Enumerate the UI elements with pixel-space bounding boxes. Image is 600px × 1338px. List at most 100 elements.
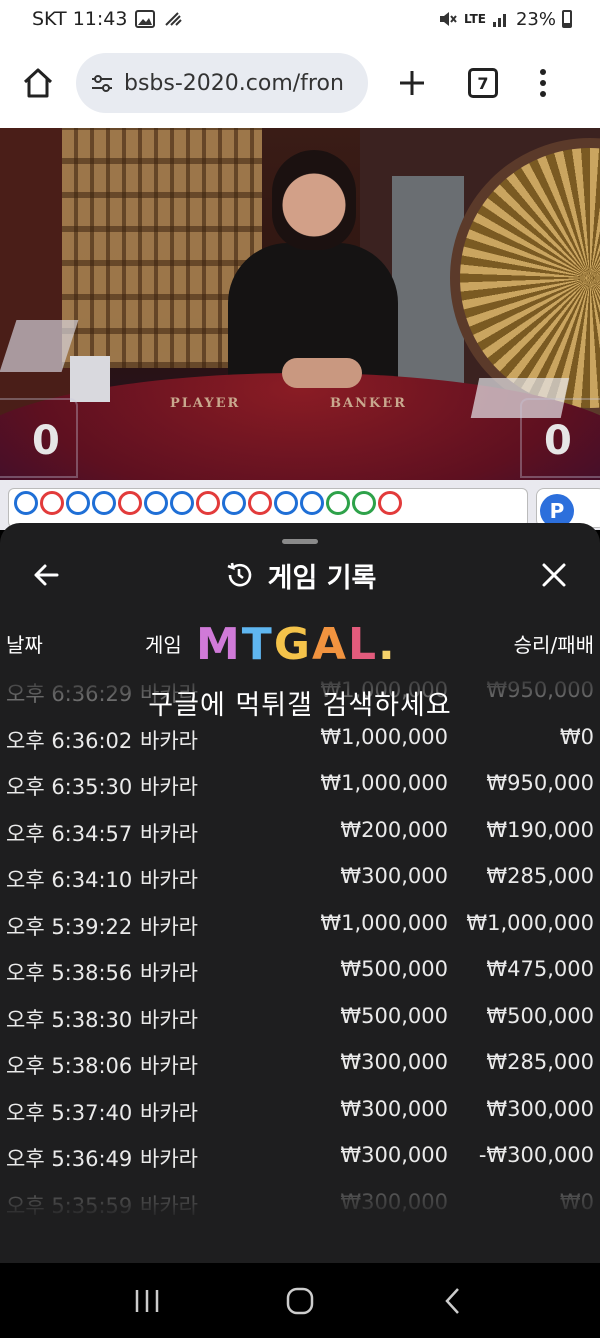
row-result: ₩950,000	[486, 771, 594, 795]
row-result: ₩1,000,000	[466, 910, 594, 935]
recent-apps-button[interactable]	[123, 1277, 171, 1325]
column-date: 날짜	[6, 633, 43, 657]
row-game: 바카라	[140, 775, 198, 799]
row-bet: ₩500,000	[340, 1003, 448, 1028]
row-result: ₩0	[559, 724, 594, 749]
home-circle-icon	[286, 1287, 314, 1314]
row-time: 오후 5:37:40	[6, 1100, 133, 1125]
bead-marker	[274, 491, 298, 515]
bead-marker	[248, 491, 272, 515]
row-time: 오후 6:34:10	[6, 868, 133, 892]
back-button[interactable]	[28, 557, 64, 593]
column-result: 승리/패배	[513, 633, 594, 657]
address-bar[interactable]: bsbs-2020.com/fron	[76, 53, 368, 113]
row-result: ₩300,000	[486, 1096, 594, 1121]
history-row: 오후 6:36:02 바카라 ₩1,000,000 ₩0	[0, 717, 600, 764]
browser-menu-button[interactable]	[538, 69, 548, 97]
row-game: 바카라	[140, 914, 198, 939]
bead-marker	[300, 491, 324, 515]
history-row: 오후 5:35:59 바카라 ₩300,000 ₩0	[0, 1182, 600, 1229]
row-bet: ₩300,000	[340, 1189, 448, 1214]
bead-marker	[352, 491, 376, 515]
bead-marker	[66, 491, 90, 515]
row-time: 오후 6:36:02	[6, 728, 133, 753]
player-table-label: PLAYER	[170, 396, 241, 411]
row-bet: ₩1,000,000	[320, 771, 448, 795]
bead-marker	[14, 491, 38, 515]
row-bet: ₩300,000	[340, 1096, 448, 1121]
row-result: ₩0	[559, 1189, 594, 1214]
bead-marker	[170, 491, 194, 515]
game-history-sheet: 게임 기록 날짜 게임 승리/패배 오후 6:36:29 바카라 ₩1,000,00…	[0, 523, 600, 1263]
row-result: ₩190,000	[486, 817, 594, 842]
row-bet: ₩300,000	[340, 864, 448, 888]
row-bet: ₩500,000	[340, 957, 448, 981]
arrow-left-icon	[34, 564, 59, 586]
row-time: 오후 6:35:30	[6, 775, 133, 799]
row-time: 오후 5:35:59	[6, 1193, 133, 1218]
row-bet: ₩1,000,000	[320, 724, 448, 749]
url-text[interactable]: bsbs-2020.com/fron	[124, 71, 354, 96]
bead-marker	[40, 491, 64, 515]
carrier-time: SKT 11:43	[32, 8, 128, 30]
sheet-header: 게임 기록	[0, 551, 600, 599]
bead-marker	[144, 491, 168, 515]
row-time: 오후 5:39:22	[6, 914, 133, 939]
row-bet: ₩200,000	[340, 817, 448, 842]
network-type: LTE	[463, 12, 486, 26]
row-game: 바카라	[140, 821, 198, 846]
close-button[interactable]	[536, 557, 572, 593]
history-row: 오후 5:38:06 바카라 ₩300,000 ₩285,000	[0, 1042, 600, 1089]
column-game: 게임	[145, 633, 182, 657]
sheet-title-wrap: 게임 기록	[224, 556, 377, 595]
drag-handle[interactable]	[282, 539, 318, 544]
watermark-text: 구글에 먹튀갤 검색하세요	[148, 690, 452, 721]
row-result: ₩285,000	[486, 1050, 594, 1074]
row-game: 바카라	[140, 1147, 198, 1171]
site-settings-icon[interactable]	[90, 71, 114, 95]
bead-road-panel	[8, 488, 528, 528]
row-time: 오후 5:38:30	[6, 1007, 133, 1032]
banker-score: 0	[544, 418, 572, 464]
history-row: 오후 5:38:30 바카라 ₩500,000 ₩500,000	[0, 996, 600, 1043]
status-right: LTE 23%	[438, 9, 572, 30]
row-game: 바카라	[140, 1054, 198, 1078]
dealer-hands	[282, 358, 362, 388]
banker-table-label: BANKER	[330, 396, 407, 411]
back-nav-button[interactable]	[429, 1277, 477, 1325]
history-row: 오후 6:34:10 바카라 ₩300,000 ₩285,000	[0, 856, 600, 903]
live-dealer-video[interactable]: PLAYER BANKER 0 0	[0, 128, 600, 480]
new-tab-button[interactable]	[392, 63, 432, 103]
browser-toolbar: bsbs-2020.com/fron 7	[0, 38, 600, 128]
row-result: ₩285,000	[486, 864, 594, 888]
bead-marker	[118, 491, 142, 515]
system-nav-bar	[0, 1263, 600, 1338]
plus-icon	[400, 71, 424, 95]
watermark-logo: MTGAL.	[196, 618, 395, 670]
home-button[interactable]	[14, 59, 62, 107]
row-time: 오후 6:34:57	[6, 821, 133, 846]
gallery-icon	[135, 10, 156, 28]
watermark-logo-letter: T	[241, 618, 272, 670]
recents-icon	[135, 1289, 158, 1312]
row-time: 오후 5:38:06	[6, 1054, 133, 1078]
watermark-logo-letter: A	[311, 618, 346, 670]
menu-dot	[540, 91, 546, 97]
row-game: 바카라	[140, 868, 198, 892]
home-nav-button[interactable]	[276, 1277, 324, 1325]
tab-count: 7	[477, 73, 489, 93]
battery-icon	[562, 10, 572, 28]
watermark-logo-letter: M	[196, 618, 240, 670]
sheet-title: 게임 기록	[267, 562, 377, 594]
history-row: 오후 5:39:22 바카라 ₩1,000,000 ₩1,000,000	[0, 903, 600, 950]
bead-marker	[326, 491, 350, 515]
watermark-logo-letter: G	[273, 618, 310, 670]
row-game: 바카라	[140, 728, 198, 753]
tab-switcher-button[interactable]: 7	[468, 68, 498, 98]
row-time: 오후 5:36:49	[6, 1147, 133, 1171]
history-row: 오후 5:38:56 바카라 ₩500,000 ₩475,000	[0, 949, 600, 996]
home-icon	[23, 68, 53, 98]
battery-percent: 23%	[515, 8, 556, 30]
history-table-body: 오후 6:36:29 바카라 ₩1,000,000 ₩950,000 오후 6:36:0…	[0, 670, 600, 1228]
bead-marker	[378, 491, 402, 515]
